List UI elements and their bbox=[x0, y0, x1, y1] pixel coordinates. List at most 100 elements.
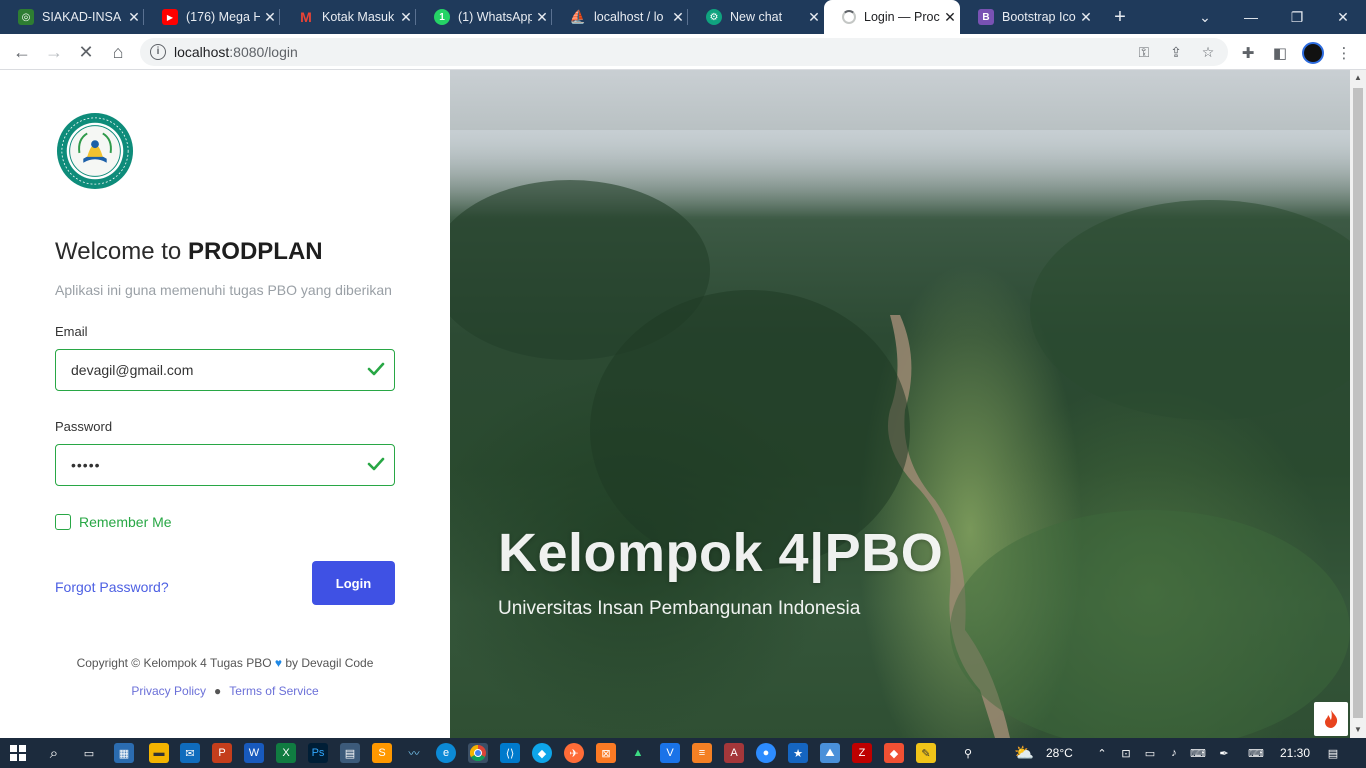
page-scrollbar[interactable]: ▲ ▼ bbox=[1350, 70, 1366, 738]
extensions-icon[interactable]: ✚ bbox=[1237, 42, 1259, 64]
tab-bootstrap[interactable]: B Bootstrap Ico ✕ bbox=[960, 0, 1096, 34]
new-tab-button[interactable]: + bbox=[1108, 5, 1132, 29]
star-icon[interactable]: ★ bbox=[788, 743, 808, 763]
close-icon[interactable]: ✕ bbox=[668, 9, 688, 26]
share-icon[interactable]: ⇪ bbox=[1166, 42, 1186, 62]
wave-icon[interactable]: 〰 bbox=[404, 743, 424, 763]
fire-icon-button[interactable] bbox=[1314, 702, 1348, 736]
forgot-password-link[interactable]: Forgot Password? bbox=[55, 579, 169, 595]
checkbox-box[interactable] bbox=[55, 514, 71, 530]
loading-icon bbox=[842, 10, 856, 24]
tab-youtube[interactable]: ▶ (176) Mega H ✕ bbox=[144, 0, 280, 34]
email-field[interactable]: devagil@gmail.com bbox=[55, 349, 395, 391]
close-icon[interactable]: ✕ bbox=[124, 9, 144, 26]
task-view-icon[interactable]: ▭ bbox=[79, 743, 99, 763]
close-icon[interactable]: ✕ bbox=[396, 9, 416, 26]
hiking-trail-image bbox=[450, 180, 1350, 738]
word-icon[interactable]: W bbox=[244, 743, 264, 763]
side-panel-icon[interactable]: ◧ bbox=[1269, 42, 1291, 64]
postman-icon[interactable]: ✈ bbox=[564, 743, 584, 763]
people-icon[interactable]: ⚲ bbox=[958, 743, 978, 763]
tab-phpmyadmin[interactable]: ⛵ localhost / lo ✕ bbox=[552, 0, 688, 34]
site-info-icon[interactable]: i bbox=[150, 44, 166, 60]
clock-time[interactable]: 21:30 bbox=[1280, 746, 1310, 760]
notifications-icon[interactable]: ▤ bbox=[1323, 743, 1343, 763]
app-icon[interactable]: ◆ bbox=[532, 743, 552, 763]
network-icon[interactable]: ⊡ bbox=[1116, 743, 1136, 763]
tab-siakad[interactable]: ◎ SIAKAD-INSA ✕ bbox=[0, 0, 144, 34]
close-icon[interactable]: ✕ bbox=[260, 9, 280, 26]
notepad-icon[interactable]: ✎ bbox=[916, 743, 936, 763]
privacy-policy-link[interactable]: Privacy Policy bbox=[131, 684, 206, 698]
scrollbar-thumb[interactable] bbox=[1353, 88, 1363, 718]
login-panel: Welcome to PRODPLAN Aplikasi ini guna me… bbox=[0, 70, 450, 738]
close-icon[interactable]: ✕ bbox=[532, 9, 552, 26]
store-icon[interactable]: ▦ bbox=[114, 743, 134, 763]
powerpoint-icon[interactable]: P bbox=[212, 743, 232, 763]
key-icon[interactable]: ⚿ bbox=[1134, 42, 1154, 62]
tab-login[interactable]: Login — Proc ✕ bbox=[824, 0, 960, 34]
minimize-button[interactable]: — bbox=[1228, 0, 1274, 34]
forward-button[interactable]: → bbox=[40, 38, 68, 66]
sublime-icon[interactable]: S bbox=[372, 743, 392, 763]
bookmark-star-icon[interactable]: ☆ bbox=[1198, 42, 1218, 62]
access-icon[interactable]: A bbox=[724, 743, 744, 763]
remember-me-checkbox[interactable]: Remember Me bbox=[55, 514, 172, 530]
filezilla-icon[interactable]: Z bbox=[852, 743, 872, 763]
menu-kebab-icon[interactable]: ⋮ bbox=[1333, 42, 1355, 64]
tab-title: SIAKAD-INSA bbox=[42, 10, 122, 24]
chrome-icon[interactable] bbox=[468, 743, 488, 763]
search-icon[interactable]: ⌕ bbox=[44, 743, 64, 763]
photoshop-icon[interactable]: Ps bbox=[308, 743, 328, 763]
app-icon[interactable]: ▤ bbox=[340, 743, 360, 763]
login-button[interactable]: Login bbox=[312, 561, 395, 605]
tab-search-chevron-icon[interactable]: ⌄ bbox=[1182, 0, 1228, 34]
windows-start-icon[interactable] bbox=[8, 743, 28, 763]
home-button[interactable]: ⌂ bbox=[104, 38, 132, 66]
hero-subtitle: Universitas Insan Pembangunan Indonesia bbox=[498, 598, 861, 619]
close-window-button[interactable]: ✕ bbox=[1320, 0, 1366, 34]
vscode-icon[interactable]: ⟨⟩ bbox=[500, 743, 520, 763]
tab-gmail[interactable]: M Kotak Masuk ✕ bbox=[280, 0, 416, 34]
close-icon[interactable]: ✕ bbox=[804, 9, 824, 26]
stop-loading-button[interactable]: ✕ bbox=[72, 38, 100, 66]
battery-icon[interactable]: ▭ bbox=[1140, 743, 1160, 763]
keyboard-icon[interactable]: ⌨ bbox=[1246, 743, 1266, 763]
tab-title: Login — Proc bbox=[864, 10, 940, 24]
excel-icon[interactable]: X bbox=[276, 743, 296, 763]
terms-of-service-link[interactable]: Terms of Service bbox=[229, 684, 318, 698]
volume-icon[interactable]: ♪ bbox=[1164, 743, 1184, 763]
mail-icon[interactable]: ✉ bbox=[180, 743, 200, 763]
close-icon[interactable]: ✕ bbox=[940, 9, 960, 26]
scroll-up-icon[interactable]: ▲ bbox=[1350, 70, 1366, 86]
password-field[interactable]: ••••• bbox=[55, 444, 395, 486]
password-label: Password bbox=[55, 419, 113, 434]
weather-temperature[interactable]: 28°C bbox=[1046, 746, 1073, 760]
pen-icon[interactable]: ✒ bbox=[1214, 743, 1234, 763]
virtualbox-icon[interactable]: V bbox=[660, 743, 680, 763]
welcome-subtitle: Aplikasi ini guna memenuhi tugas PBO yan… bbox=[55, 282, 392, 298]
stack-icon[interactable]: ≡ bbox=[692, 743, 712, 763]
scroll-down-icon[interactable]: ▼ bbox=[1350, 722, 1366, 738]
display-icon[interactable]: ⌨ bbox=[1188, 743, 1208, 763]
weather-icon[interactable]: ⛅ bbox=[1014, 743, 1034, 763]
back-button[interactable]: ← bbox=[8, 38, 36, 66]
git-icon[interactable]: ◆ bbox=[884, 743, 904, 763]
xampp-icon[interactable]: ⊠ bbox=[596, 743, 616, 763]
siakad-icon: ◎ bbox=[18, 9, 34, 25]
profile-avatar[interactable] bbox=[1302, 42, 1324, 64]
file-explorer-icon[interactable]: ▬ bbox=[149, 743, 169, 763]
welcome-heading: Welcome to PRODPLAN bbox=[55, 238, 323, 265]
chevron-up-icon[interactable]: ⌃ bbox=[1092, 743, 1112, 763]
zoom-icon[interactable]: ● bbox=[756, 743, 776, 763]
android-studio-icon[interactable]: ▲ bbox=[628, 743, 648, 763]
restore-button[interactable]: ❐ bbox=[1274, 0, 1320, 34]
tab-whatsapp[interactable]: 1 (1) WhatsApp ✕ bbox=[416, 0, 552, 34]
tab-new-chat[interactable]: ⚙ New chat ✕ bbox=[688, 0, 824, 34]
close-icon[interactable]: ✕ bbox=[1076, 9, 1096, 26]
address-bar[interactable]: i localhost:8080/login ⚿ ⇪ ☆ bbox=[140, 38, 1228, 66]
edge-icon[interactable]: e bbox=[436, 743, 456, 763]
app-icon[interactable]: ⛰ bbox=[820, 743, 840, 763]
browser-toolbar: ← → ✕ ⌂ i localhost:8080/login ⚿ ⇪ ☆ ✚ ◧… bbox=[0, 34, 1366, 70]
hero-image-panel: Kelompok 4|PBO Universitas Insan Pembang… bbox=[450, 70, 1350, 738]
